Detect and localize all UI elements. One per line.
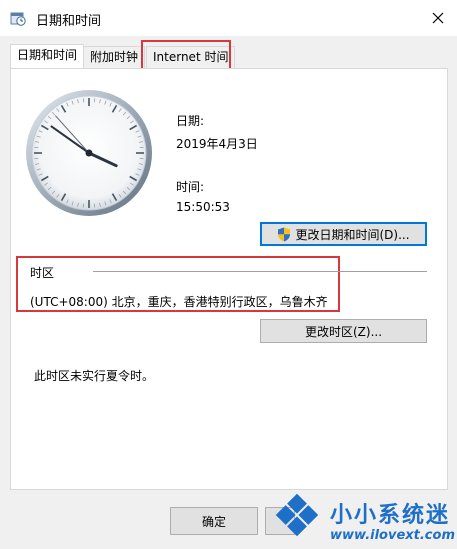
close-button[interactable] bbox=[420, 0, 456, 36]
date-value: 2019年4月3日 bbox=[176, 137, 258, 151]
ok-label: 确定 bbox=[201, 514, 226, 529]
change-timezone-label: 更改时区(Z)... bbox=[304, 324, 383, 339]
watermark-url: www.ilovext.com bbox=[330, 528, 455, 543]
change-timezone-button[interactable]: 更改时区(Z)... bbox=[260, 319, 427, 343]
timezone-separator bbox=[93, 271, 427, 272]
windows-logo-watermark bbox=[275, 493, 319, 537]
timezone-value: (UTC+08:00) 北京，重庆，香港特别行政区，乌鲁木齐 bbox=[30, 295, 328, 309]
time-label: 时间: bbox=[176, 180, 205, 194]
timezone-header: 时区 bbox=[30, 266, 55, 280]
close-icon bbox=[432, 12, 444, 24]
tab-additional-clocks[interactable]: 附加时钟 bbox=[83, 46, 146, 68]
tab-date-time[interactable]: 日期和时间 bbox=[10, 44, 85, 69]
tab-label: 附加时钟 bbox=[90, 50, 139, 64]
date-label: 日期: bbox=[176, 114, 205, 128]
change-date-time-label: 更改日期和时间(D)... bbox=[295, 227, 410, 242]
window-title: 日期和时间 bbox=[36, 14, 102, 29]
uac-shield-icon bbox=[278, 227, 291, 241]
change-date-time-button[interactable]: 更改日期和时间(D)... bbox=[260, 222, 427, 246]
dst-note: 此时区未实行夏令时。 bbox=[34, 369, 155, 383]
analog-clock bbox=[26, 90, 152, 216]
time-value: 15:50:53 bbox=[176, 200, 230, 214]
clock-app-icon bbox=[10, 10, 26, 26]
watermark-brand: 小小系统迷 bbox=[330, 503, 451, 528]
clock-center bbox=[85, 149, 93, 157]
ok-button[interactable]: 确定 bbox=[170, 507, 258, 535]
tab-label: 日期和时间 bbox=[17, 48, 78, 62]
